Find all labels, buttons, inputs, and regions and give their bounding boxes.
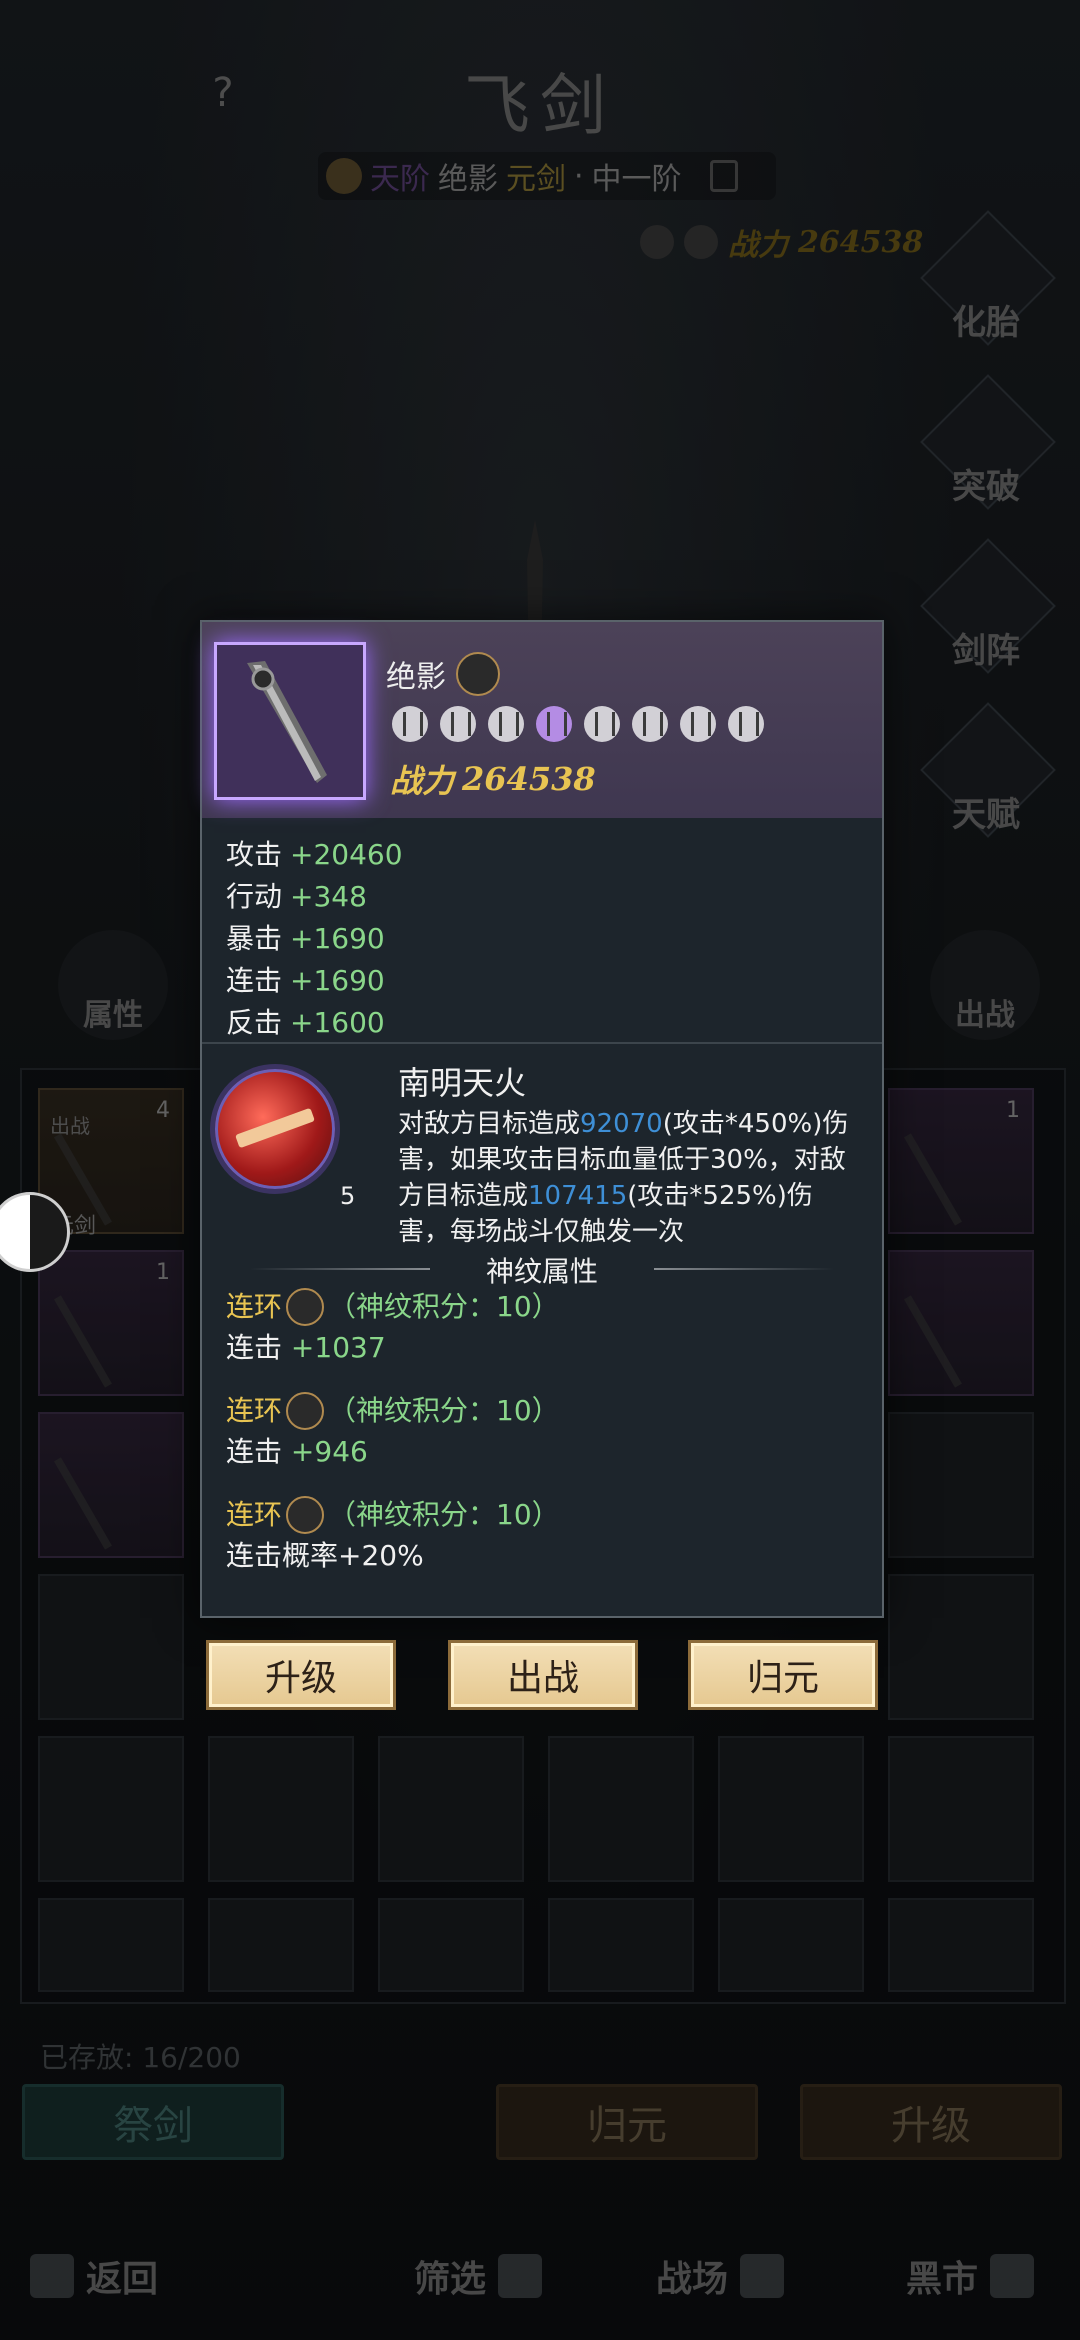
stat-row: 行动 +348: [226, 876, 403, 918]
stat-name: 行动: [226, 880, 283, 913]
star-icon: [632, 706, 668, 742]
rune-icon: [286, 1288, 325, 1326]
rune-list: 连环 （神纹积分：10） 连击 +1037 连环 （神纹积分：10） 连击 +946…: [226, 1286, 560, 1598]
sword-name: 绝影: [386, 660, 446, 695]
skill-damage-value: 92070: [580, 1109, 663, 1139]
skill-desc-text: 对敌方目标造成: [398, 1109, 581, 1139]
star-icon: [440, 706, 476, 742]
rune-value: +20%: [338, 1539, 424, 1572]
rune-icon: [286, 1392, 325, 1430]
popup-upgrade-button[interactable]: 升级: [206, 1640, 396, 1710]
stat-value: +1690: [290, 964, 385, 997]
power-label: 战力: [390, 762, 455, 800]
stat-name: 连击: [226, 964, 283, 997]
stat-list: 攻击 +20460 行动 +348 暴击 +1690 连击 +1690 反击 +1600: [226, 834, 403, 1044]
upgrade-stars: [392, 706, 764, 742]
stat-row: 连击 +1690: [226, 960, 403, 1002]
grade-icon: [456, 652, 500, 696]
rune-name: 连环: [226, 1290, 283, 1323]
rune-name: 连环: [226, 1498, 283, 1531]
rune-score: （神纹积分：10）: [328, 1498, 560, 1531]
star-icon: [488, 706, 524, 742]
power-value: 264538: [462, 760, 596, 798]
stat-value: +348: [290, 880, 367, 913]
popup-header: 绝影 战力 264538: [202, 622, 882, 818]
skill-description: 对敌方目标造成92070(攻击*450%)伤害，如果攻击目标血量低于30%，对敌…: [398, 1106, 858, 1250]
skill-damage-value: 107415: [528, 1181, 628, 1211]
rune-section-title: 神纹属性: [485, 1255, 598, 1288]
rune-entry: 连环 （神纹积分：10） 连击 +946: [226, 1390, 560, 1472]
star-icon: [680, 706, 716, 742]
skill-name: 南明天火: [398, 1064, 527, 1102]
rune-stat: 连击: [226, 1435, 283, 1468]
stat-row: 反击 +1600: [226, 1002, 403, 1044]
star-icon: [728, 706, 764, 742]
stat-name: 攻击: [226, 838, 283, 871]
rune-icon: [286, 1496, 325, 1534]
skill-level: 5: [340, 1182, 356, 1210]
sword-portrait: [214, 642, 366, 800]
stat-value: +1600: [290, 1006, 385, 1039]
star-icon: [584, 706, 620, 742]
popup-power: 战力 264538: [390, 756, 596, 802]
popup-return-button[interactable]: 归元: [688, 1640, 878, 1710]
rune-entry: 连环 （神纹积分：10） 连击概率+20%: [226, 1494, 560, 1576]
sword-icon: [247, 661, 327, 783]
divider: [202, 1042, 882, 1044]
star-icon: [536, 706, 572, 742]
stat-name: 反击: [226, 1006, 283, 1039]
stat-row: 攻击 +20460: [226, 834, 403, 876]
rune-score: （神纹积分：10）: [328, 1394, 560, 1427]
stat-name: 暴击: [226, 922, 283, 955]
stat-value: +1690: [290, 922, 385, 955]
rune-entry: 连环 （神纹积分：10） 连击 +1037: [226, 1286, 560, 1368]
stat-row: 暴击 +1690: [226, 918, 403, 960]
rune-stat: 连击概率: [226, 1539, 339, 1572]
rune-stat: 连击: [226, 1331, 283, 1364]
rune-value: +946: [290, 1435, 368, 1468]
skill-icon[interactable]: [210, 1064, 340, 1194]
rune-value: +1037: [290, 1331, 386, 1364]
stat-value: +20460: [290, 838, 403, 871]
popup-deploy-button[interactable]: 出战: [448, 1640, 638, 1710]
rune-score: （神纹积分：10）: [328, 1290, 560, 1323]
sword-detail-popup: 绝影 战力 264538 攻击 +20460 行动 +348 暴击 +1690 连击 +…: [200, 620, 884, 1618]
rune-name: 连环: [226, 1394, 283, 1427]
sword-name-row: 绝影: [386, 652, 500, 696]
star-icon: [392, 706, 428, 742]
